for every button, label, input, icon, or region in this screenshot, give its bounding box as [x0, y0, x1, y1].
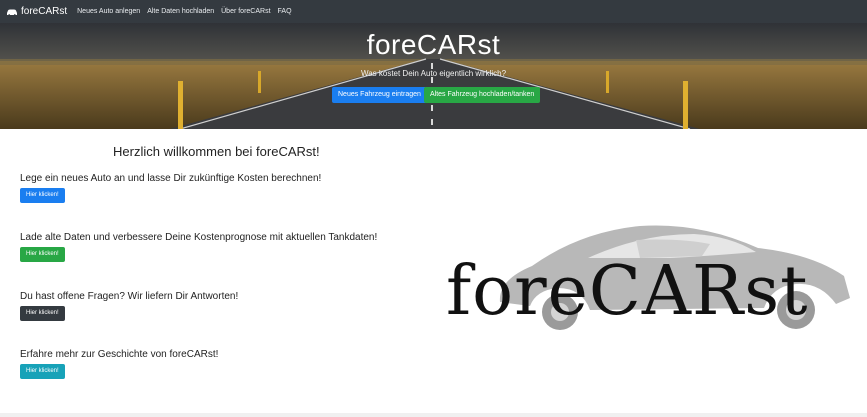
top-navbar: foreCARst Neues Auto anlegen Alte Daten … — [0, 0, 867, 23]
logo-wordmark: foreCARst — [446, 252, 809, 331]
welcome-heading: Herzlich willkommen bei foreCARst! — [113, 144, 320, 159]
nav-faq[interactable]: FAQ — [278, 8, 292, 15]
new-vehicle-button[interactable]: Neues Fahrzeug eintragen — [332, 87, 427, 103]
car-icon — [7, 9, 17, 16]
hero-banner: foreCARst Was kostet Dein Auto eigentlic… — [0, 23, 867, 129]
row-about-text: Erfahre mehr zur Geschichte von foreCARs… — [20, 349, 219, 360]
row-upload-text: Lade alte Daten und verbessere Deine Kos… — [20, 232, 378, 243]
nav-upload-data[interactable]: Alte Daten hochladen — [147, 8, 214, 15]
row-new-car-text: Lege ein neues Auto an und lasse Dir zuk… — [20, 173, 322, 184]
brand-name: foreCARst — [21, 6, 68, 17]
new-car-click-button[interactable]: Hier klicken! — [20, 188, 65, 203]
hero-title: foreCARst — [366, 29, 501, 60]
faq-click-button[interactable]: Hier klicken! — [20, 306, 65, 321]
footer-divider — [0, 413, 867, 417]
upload-vehicle-button[interactable]: Altes Fahrzeug hochladen/tanken — [424, 87, 541, 103]
hero-subtitle: Was kostet Dein Auto eigentlich wirklich… — [360, 69, 507, 78]
brand-link[interactable]: foreCARst — [6, 6, 67, 17]
about-click-button[interactable]: Hier klicken! — [20, 364, 65, 379]
upload-click-button[interactable]: Hier klicken! — [20, 247, 65, 262]
nav-about[interactable]: Über foreCARst — [221, 8, 270, 15]
row-faq-text: Du hast offene Fragen? Wir liefern Dir A… — [20, 291, 239, 302]
nav-new-car[interactable]: Neues Auto anlegen — [77, 8, 140, 15]
forecarst-logo: foreCARst — [440, 218, 860, 343]
